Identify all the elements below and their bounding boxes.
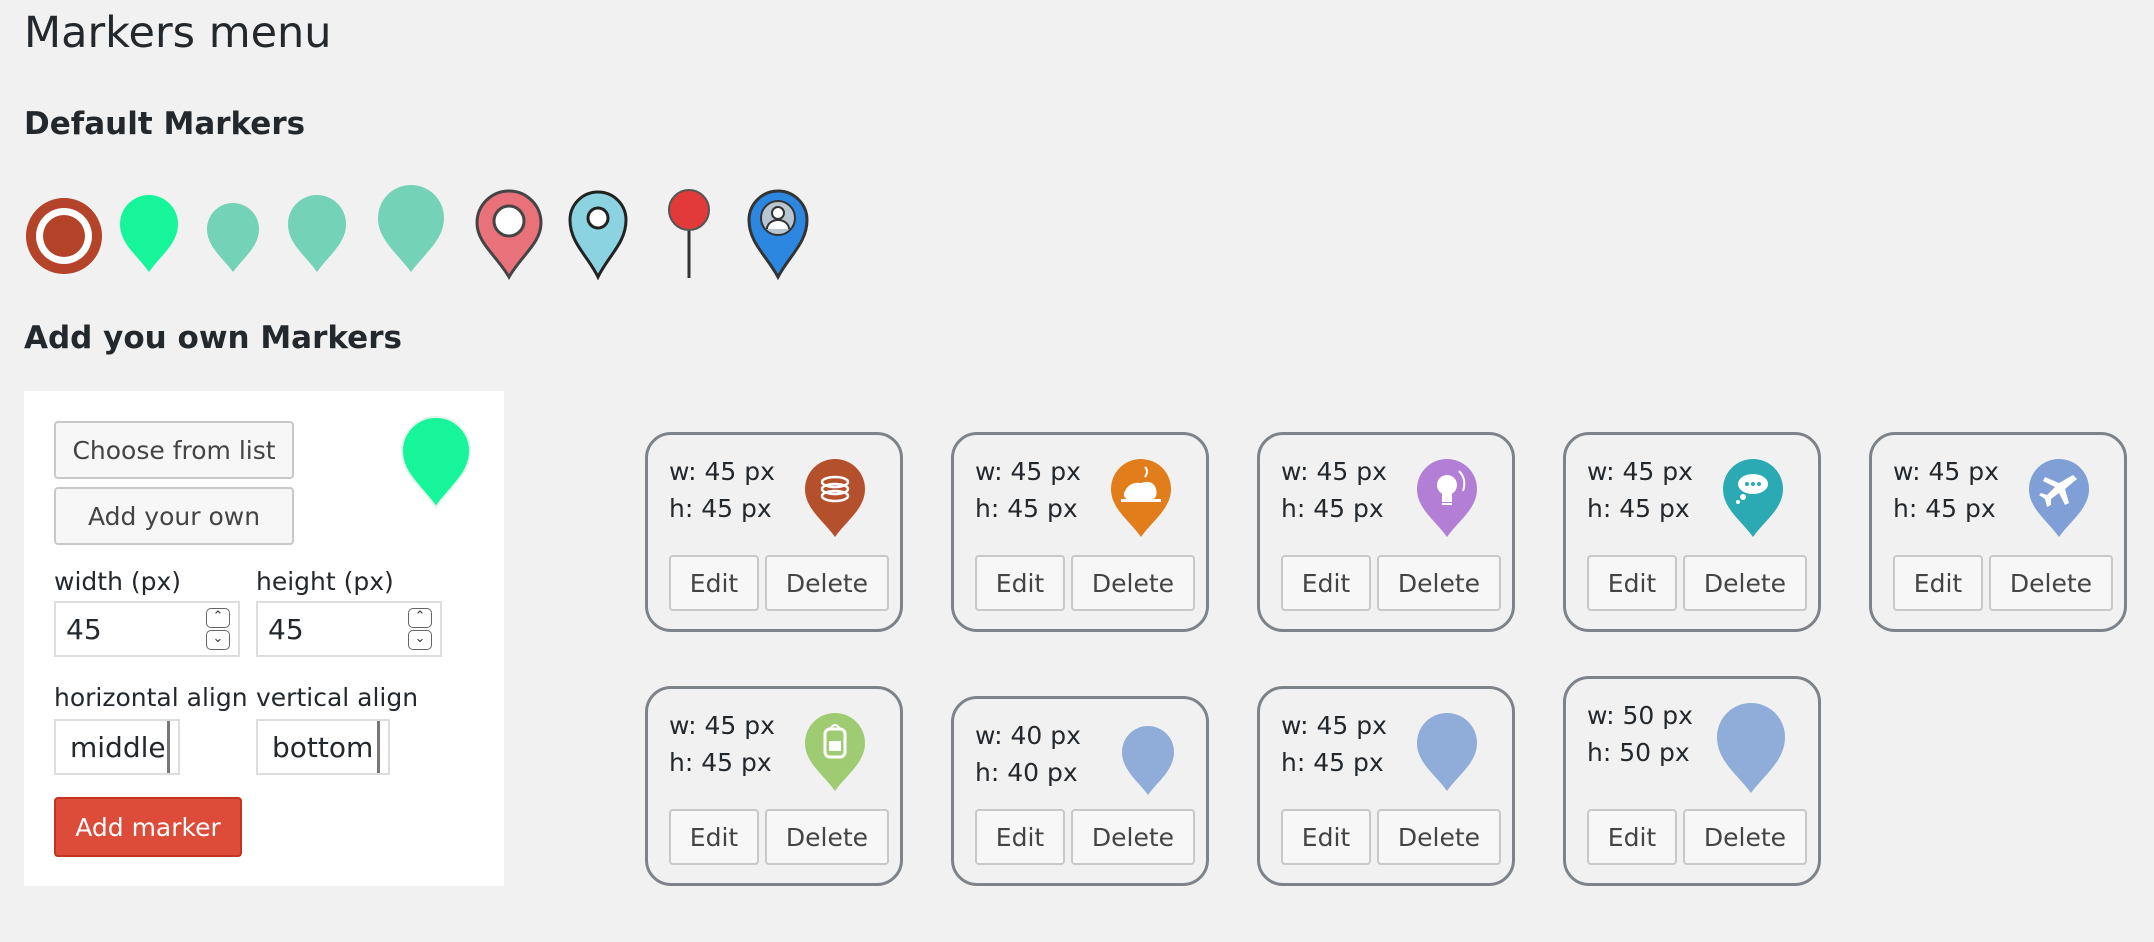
marker-width: w: 45 px [1893,457,1999,486]
marker-height: h: 45 px [669,748,772,777]
marker-width: w: 45 px [975,457,1081,486]
marker-height: h: 45 px [669,494,772,523]
custom-marker-card: w: 45 px h: 45 px Edit Delete [1257,432,1515,632]
width-label: width (px) [54,567,182,596]
default-markers-heading: Default Markers [24,106,306,142]
custom-marker-card: w: 45 px h: 45 px Edit Delete [645,432,903,632]
select-arrow-icon [167,721,178,773]
width-decrement-icon[interactable]: ⌄ [206,630,230,650]
horizontal-align-label: horizontal align [54,683,248,712]
teardrop-marker-icon[interactable] [118,192,180,274]
edit-button[interactable]: Edit [669,809,759,865]
target-ring-marker-icon[interactable] [24,196,104,276]
marker-height: h: 45 px [975,494,1078,523]
custom-marker-card: w: 45 px h: 45 px Edit Delete [1869,432,2127,632]
delete-button[interactable]: Delete [1683,555,1807,611]
height-value: 45 [268,612,304,646]
marker-width: w: 45 px [669,711,775,740]
height-input[interactable]: 45 ⌃ ⌄ [256,601,442,657]
custom-marker-card: w: 45 px h: 45 px Edit Delete [1563,432,1821,632]
turkey-icon [1111,459,1171,537]
height-decrement-icon[interactable]: ⌄ [408,630,432,650]
teardrop-marker-icon [1417,713,1477,791]
width-input[interactable]: 45 ⌃ ⌄ [54,601,240,657]
chat-bubble-icon [1723,459,1783,537]
custom-marker-card: w: 40 px h: 40 px Edit Delete [951,696,1209,886]
height-increment-icon[interactable]: ⌃ [408,608,432,628]
marker-height: h: 50 px [1587,738,1690,767]
edit-button[interactable]: Edit [1587,809,1677,865]
horizontal-align-select[interactable]: middle [54,719,180,775]
height-label: height (px) [256,567,394,596]
horizontal-align-value: middle [70,730,166,764]
marker-height: h: 45 px [1281,494,1384,523]
marker-width: w: 50 px [1587,701,1693,730]
person-pin-icon[interactable] [746,188,810,280]
marker-width: w: 45 px [669,457,775,486]
width-value: 45 [66,612,102,646]
choose-from-list-button[interactable]: Choose from list [54,421,294,479]
add-marker-panel: Choose from list Add your own width (px)… [24,391,504,886]
marker-height: h: 45 px [1893,494,1996,523]
teardrop-marker-icon[interactable] [376,182,446,274]
map-pin-icon[interactable] [567,188,629,280]
marker-width: w: 45 px [1281,457,1387,486]
edit-button[interactable]: Edit [975,809,1065,865]
delete-button[interactable]: Delete [1071,809,1195,865]
vertical-align-value: bottom [272,730,374,764]
delete-button[interactable]: Delete [1377,555,1501,611]
coins-icon [805,459,865,537]
lightbulb-icon [1417,459,1477,537]
select-arrow-icon [377,721,388,773]
delete-button[interactable]: Delete [765,809,889,865]
marker-height: h: 45 px [1587,494,1690,523]
push-pin-icon[interactable] [664,188,714,280]
edit-button[interactable]: Edit [1281,555,1371,611]
map-pin-icon[interactable] [474,188,544,280]
delete-button[interactable]: Delete [1071,555,1195,611]
delete-button[interactable]: Delete [1377,809,1501,865]
custom-marker-card: w: 50 px h: 50 px Edit Delete [1563,676,1821,886]
backpack-icon [805,713,865,791]
delete-button[interactable]: Delete [1683,809,1807,865]
delete-button[interactable]: Delete [765,555,889,611]
edit-button[interactable]: Edit [1587,555,1677,611]
width-increment-icon[interactable]: ⌃ [206,608,230,628]
marker-width: w: 45 px [1587,457,1693,486]
marker-height: h: 40 px [975,758,1078,787]
custom-marker-card: w: 45 px h: 45 px Edit Delete [645,686,903,886]
custom-marker-card: w: 45 px h: 45 px Edit Delete [1257,686,1515,886]
custom-marker-card: w: 45 px h: 45 px Edit Delete [951,432,1209,632]
teardrop-marker-icon [1122,726,1174,795]
airplane-icon [2029,459,2089,537]
default-markers-row [24,180,824,290]
vertical-align-select[interactable]: bottom [256,719,390,775]
teardrop-marker-icon[interactable] [205,200,261,274]
add-your-own-button[interactable]: Add your own [54,487,294,545]
marker-width: w: 40 px [975,721,1081,750]
edit-button[interactable]: Edit [1893,555,1983,611]
marker-width: w: 45 px [1281,711,1387,740]
marker-preview-icon [400,416,472,509]
teardrop-marker-icon [1717,703,1785,793]
vertical-align-label: vertical align [256,683,419,712]
add-marker-button[interactable]: Add marker [54,797,242,857]
teardrop-marker-icon[interactable] [286,192,348,274]
edit-button[interactable]: Edit [1281,809,1371,865]
edit-button[interactable]: Edit [975,555,1065,611]
add-markers-heading: Add you own Markers [24,320,402,356]
page-title: Markers menu [24,8,332,58]
edit-button[interactable]: Edit [669,555,759,611]
delete-button[interactable]: Delete [1989,555,2113,611]
marker-height: h: 45 px [1281,748,1384,777]
